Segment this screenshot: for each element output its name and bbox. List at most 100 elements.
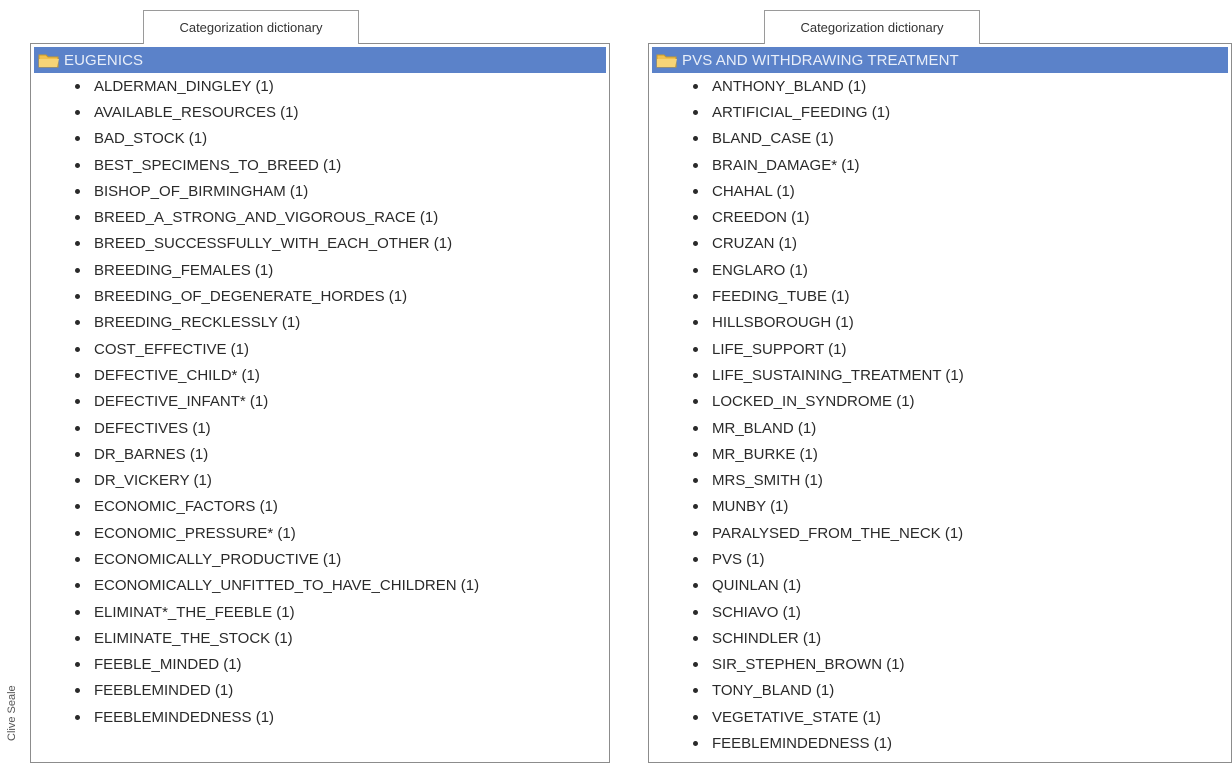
bullet-icon — [693, 635, 698, 641]
list-item[interactable]: SCHINDLER (1) — [649, 625, 1231, 651]
list-item[interactable]: BREED_A_STRONG_AND_VIGOROUS_RACE (1) — [31, 204, 609, 230]
bullet-icon — [693, 741, 698, 747]
list-item[interactable]: CHAHAL (1) — [649, 178, 1231, 204]
list-item[interactable]: ANTHONY_BLAND (1) — [649, 73, 1231, 99]
list-item-label: ALDERMAN_DINGLEY (1) — [94, 77, 274, 95]
list-item[interactable]: ELIMINAT*_THE_FEEBLE (1) — [31, 599, 609, 625]
bullet-icon — [75, 556, 80, 562]
list-item[interactable]: FEEBLEMINDEDNESS (1) — [649, 730, 1231, 756]
list-item-label: BREED_SUCCESSFULLY_WITH_EACH_OTHER (1) — [94, 235, 453, 253]
bullet-icon — [75, 425, 80, 431]
bullet-icon — [75, 83, 80, 89]
list-item[interactable]: BAD_STOCK (1) — [31, 126, 609, 152]
list-item[interactable]: HILLSBOROUGH (1) — [649, 310, 1231, 336]
photo-credit: Clive Seale — [6, 685, 18, 741]
list-item[interactable]: ECONOMIC_PRESSURE* (1) — [31, 520, 609, 546]
list-item[interactable]: BREEDING_RECKLESSLY (1) — [31, 310, 609, 336]
category-node-pvs-and-withdrawing-treatment[interactable]: PVS AND WITHDRAWING TREATMENT — [652, 47, 1228, 73]
list-item[interactable]: BRAIN_DAMAGE* (1) — [649, 152, 1231, 178]
bullet-icon — [75, 267, 80, 273]
tree-view: EUGENICS ALDERMAN_DINGLEY (1) AVAILABLE_R… — [30, 43, 610, 763]
list-item[interactable]: TONY_BLAND (1) — [649, 678, 1231, 704]
list-item[interactable]: BREEDING_FEMALES (1) — [31, 257, 609, 283]
list-item[interactable]: ALDERMAN_DINGLEY (1) — [31, 73, 609, 99]
entry-list: ANTHONY_BLAND (1) ARTIFICIAL_FEEDING (1) B… — [649, 73, 1231, 757]
list-item[interactable]: FEEDING_TUBE (1) — [649, 283, 1231, 309]
bullet-icon — [75, 215, 80, 221]
bullet-icon — [693, 294, 698, 300]
list-item-label: QUINLAN (1) — [712, 577, 802, 595]
bullet-icon — [75, 399, 80, 405]
list-item-label: LIFE_SUPPORT (1) — [712, 340, 847, 358]
bullet-icon — [693, 583, 698, 589]
list-item[interactable]: DR_VICKERY (1) — [31, 467, 609, 493]
list-item[interactable]: MR_BURKE (1) — [649, 441, 1231, 467]
list-item[interactable]: MUNBY (1) — [649, 494, 1231, 520]
list-item[interactable]: AVAILABLE_RESOURCES (1) — [31, 99, 609, 125]
bullet-icon — [75, 241, 80, 247]
list-item-label: BREEDING_RECKLESSLY (1) — [94, 314, 301, 332]
list-item[interactable]: MRS_SMITH (1) — [649, 467, 1231, 493]
list-item[interactable]: DEFECTIVES (1) — [31, 415, 609, 441]
list-item[interactable]: SIR_STEPHEN_BROWN (1) — [649, 652, 1231, 678]
list-item[interactable]: BREED_SUCCESSFULLY_WITH_EACH_OTHER (1) — [31, 231, 609, 257]
list-item[interactable]: ECONOMICALLY_UNFITTED_TO_HAVE_CHILDREN (… — [31, 573, 609, 599]
bullet-icon — [75, 688, 80, 694]
list-item[interactable]: LOCKED_IN_SYNDROME (1) — [649, 389, 1231, 415]
bullet-icon — [75, 162, 80, 168]
bullet-icon — [693, 530, 698, 536]
list-item[interactable]: LIFE_SUSTAINING_TREATMENT (1) — [649, 362, 1231, 388]
list-item-label: ECONOMICALLY_UNFITTED_TO_HAVE_CHILDREN (… — [94, 577, 480, 595]
list-item[interactable]: BEST_SPECIMENS_TO_BREED (1) — [31, 152, 609, 178]
list-item[interactable]: CREEDON (1) — [649, 204, 1231, 230]
list-item[interactable]: ENGLARO (1) — [649, 257, 1231, 283]
bullet-icon — [693, 478, 698, 484]
bullet-icon — [693, 267, 698, 273]
list-item[interactable]: DR_BARNES (1) — [31, 441, 609, 467]
list-item-label: MR_BURKE (1) — [712, 445, 818, 463]
list-item[interactable]: DEFECTIVE_INFANT* (1) — [31, 389, 609, 415]
list-item[interactable]: VEGETATIVE_STATE (1) — [649, 704, 1231, 730]
list-item-label: DEFECTIVE_INFANT* (1) — [94, 393, 269, 411]
list-item[interactable]: FEEBLEMINDEDNESS (1) — [31, 704, 609, 730]
list-item[interactable]: ELIMINATE_THE_STOCK (1) — [31, 625, 609, 651]
bullet-icon — [693, 451, 698, 457]
tab-categorization-dictionary[interactable]: Categorization dictionary — [764, 10, 980, 44]
list-item-label: HILLSBOROUGH (1) — [712, 314, 854, 332]
list-item[interactable]: COST_EFFECTIVE (1) — [31, 336, 609, 362]
list-item[interactable]: BREEDING_OF_DEGENERATE_HORDES (1) — [31, 283, 609, 309]
list-item[interactable]: PARALYSED_FROM_THE_NECK (1) — [649, 520, 1231, 546]
category-label: EUGENICS — [64, 51, 144, 69]
list-item-label: SCHINDLER (1) — [712, 629, 822, 647]
bullet-icon — [75, 188, 80, 194]
list-item[interactable]: ECONOMIC_FACTORS (1) — [31, 494, 609, 520]
bullet-icon — [693, 399, 698, 405]
list-item[interactable]: CRUZAN (1) — [649, 231, 1231, 257]
list-item[interactable]: BLAND_CASE (1) — [649, 126, 1231, 152]
list-item-label: BREEDING_OF_DEGENERATE_HORDES (1) — [94, 288, 408, 306]
category-node-eugenics[interactable]: EUGENICS — [34, 47, 606, 73]
list-item[interactable]: FEEBLE_MINDED (1) — [31, 652, 609, 678]
list-item[interactable]: LIFE_SUPPORT (1) — [649, 336, 1231, 362]
bullet-icon — [75, 530, 80, 536]
tab-categorization-dictionary[interactable]: Categorization dictionary — [143, 10, 359, 44]
folder-icon — [656, 52, 678, 68]
list-item[interactable]: QUINLAN (1) — [649, 573, 1231, 599]
bullet-icon — [75, 504, 80, 510]
list-item[interactable]: SCHIAVO (1) — [649, 599, 1231, 625]
bullet-icon — [693, 504, 698, 510]
bullet-icon — [75, 346, 80, 352]
list-item-label: BLAND_CASE (1) — [712, 130, 834, 148]
list-item[interactable]: ECONOMICALLY_PRODUCTIVE (1) — [31, 546, 609, 572]
list-item-label: CRUZAN (1) — [712, 235, 797, 253]
list-item[interactable]: BISHOP_OF_BIRMINGHAM (1) — [31, 178, 609, 204]
list-item[interactable]: PVS (1) — [649, 546, 1231, 572]
list-item-label: ECONOMIC_PRESSURE* (1) — [94, 524, 296, 542]
list-item[interactable]: FEEBLEMINDED (1) — [31, 678, 609, 704]
list-item-label: FEEBLE_MINDED (1) — [94, 656, 242, 674]
list-item[interactable]: MR_BLAND (1) — [649, 415, 1231, 441]
bullet-icon — [693, 372, 698, 378]
list-item[interactable]: ARTIFICIAL_FEEDING (1) — [649, 99, 1231, 125]
bullet-icon — [693, 162, 698, 168]
list-item[interactable]: DEFECTIVE_CHILD* (1) — [31, 362, 609, 388]
